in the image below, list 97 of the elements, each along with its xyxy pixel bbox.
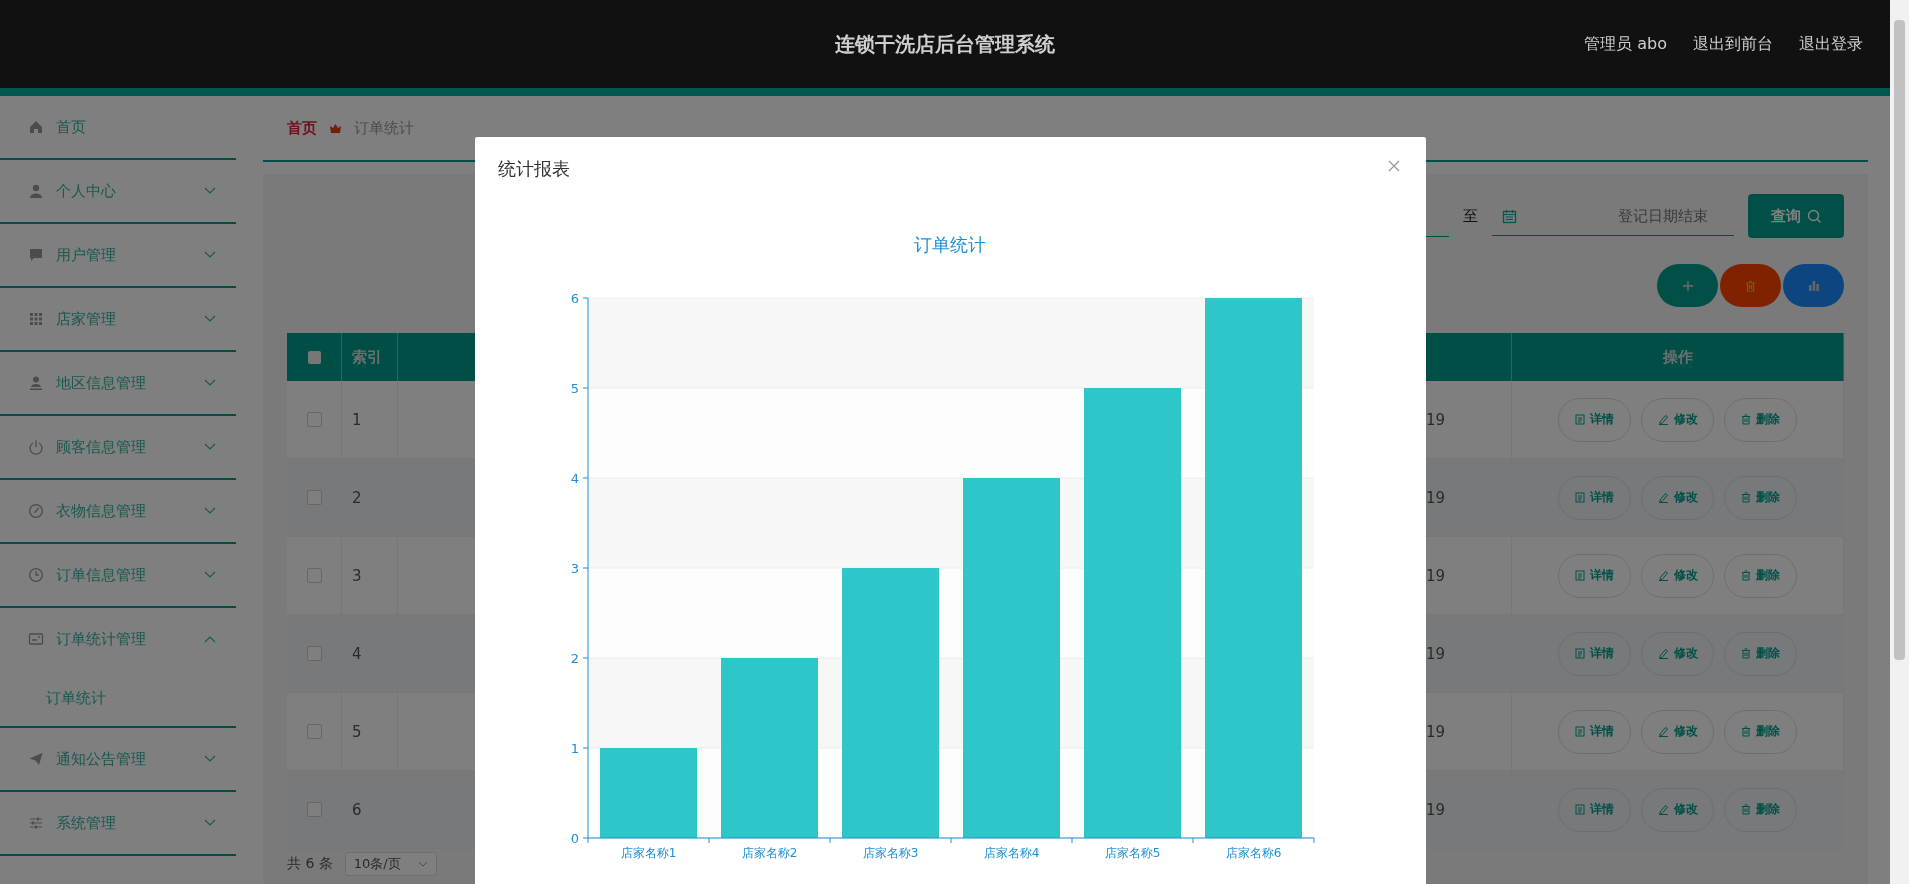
pencil-icon — [1657, 804, 1669, 815]
scrollbar[interactable] — [1890, 0, 1909, 884]
table-cell: 1 — [352, 410, 362, 429]
sidebar-subitem[interactable]: 订单统计 — [0, 670, 236, 726]
sidebar-item[interactable]: 首页 — [0, 96, 236, 158]
document-icon — [1575, 414, 1585, 425]
range-separator: 至 — [1463, 206, 1478, 226]
chat-bubble-icon — [28, 247, 44, 263]
y-tick-label: 4 — [570, 471, 579, 486]
row-checkbox[interactable] — [306, 412, 322, 427]
x-tick-label: 店家名称6 — [1225, 846, 1282, 860]
clock-icon — [28, 567, 44, 583]
chart-title: 订单统计 — [914, 234, 986, 255]
sidebar-item[interactable]: 个人中心 — [0, 160, 236, 222]
sidebar-item[interactable]: 店家管理 — [0, 288, 236, 350]
trash-icon — [1741, 570, 1751, 581]
close-icon[interactable] — [1388, 160, 1400, 172]
table-cell: 3 — [352, 566, 362, 585]
trash-icon — [1741, 804, 1751, 815]
breadcrumb-item[interactable]: 首页 — [287, 118, 317, 138]
document-icon — [1575, 648, 1585, 659]
y-tick-label: 1 — [570, 741, 579, 756]
plus-icon — [1681, 279, 1694, 292]
table-cell: 4 — [352, 644, 362, 663]
sidebar-item[interactable]: 衣物信息管理 — [0, 480, 236, 542]
table-cell: 5 — [352, 722, 362, 741]
trash-icon — [1741, 726, 1751, 737]
x-tick-label: 店家名称1 — [620, 846, 677, 860]
grid-icon — [28, 311, 44, 327]
sidebar-item[interactable]: 顾客信息管理 — [0, 416, 236, 478]
table-cell: 19 — [1426, 800, 1446, 819]
trash-icon — [1741, 492, 1751, 503]
crown-icon — [329, 121, 342, 135]
compass-icon — [28, 503, 44, 519]
sidebar-item[interactable]: 地区信息管理 — [0, 352, 236, 414]
pencil-icon — [1657, 726, 1669, 737]
row-checkbox[interactable] — [306, 568, 322, 583]
end-date-field[interactable]: 登记日期结束 — [1492, 196, 1734, 236]
x-tick-label: 店家名称5 — [1104, 846, 1161, 860]
table-cell: 19 — [1426, 722, 1446, 741]
pencil-icon — [1657, 648, 1669, 659]
y-tick-label: 5 — [570, 381, 579, 396]
y-tick-label: 6 — [570, 291, 579, 306]
total-count: 共 6 条 — [287, 855, 333, 873]
table-cell: 19 — [1426, 566, 1446, 585]
trash-icon — [1745, 279, 1756, 292]
calendar-icon — [1502, 209, 1517, 224]
row-checkbox[interactable] — [306, 646, 322, 661]
bar-chart-icon — [1807, 280, 1820, 291]
select-all-checkbox[interactable] — [307, 350, 321, 364]
document-icon — [1575, 570, 1585, 581]
y-tick-label: 0 — [570, 831, 579, 846]
table-cell: 19 — [1426, 410, 1446, 429]
table-cell: 2 — [352, 488, 362, 507]
x-tick-label: 店家名称4 — [983, 846, 1040, 860]
sliders-icon — [28, 815, 44, 831]
app-title: 连锁干洗店后台管理系统 — [835, 30, 1055, 58]
trash-icon — [1741, 414, 1751, 425]
header-link[interactable]: 管理员 abo — [1584, 33, 1667, 55]
sidebar-item[interactable]: 订单信息管理 — [0, 544, 236, 606]
sidebar-item[interactable]: 通知公告管理 — [0, 728, 236, 790]
delete-button[interactable] — [1720, 264, 1781, 307]
pencil-icon — [1657, 414, 1669, 425]
table-cell: 19 — [1426, 644, 1446, 663]
paper-plane-icon — [28, 751, 44, 767]
table-cell: 19 — [1426, 488, 1446, 507]
stamp-icon — [28, 375, 44, 391]
pencil-icon — [1657, 492, 1669, 503]
document-icon — [1575, 726, 1585, 737]
sidebar-item[interactable]: 系统管理 — [0, 792, 236, 854]
sidebar-item[interactable]: 订单统计管理 — [0, 608, 236, 670]
header-link[interactable]: 退出到前台 — [1693, 33, 1773, 55]
table-cell: 6 — [352, 800, 362, 819]
document-icon — [1575, 492, 1585, 503]
sidebar-item[interactable]: 用户管理 — [0, 224, 236, 286]
chevron-down-icon — [417, 861, 428, 867]
search-button[interactable]: 查询 — [1748, 194, 1844, 238]
y-tick-label: 3 — [570, 561, 579, 576]
y-tick-label: 2 — [570, 651, 579, 666]
card-icon — [28, 631, 44, 647]
pencil-icon — [1657, 570, 1669, 581]
add-button[interactable] — [1657, 264, 1718, 307]
dialog-title: 统计报表 — [498, 157, 570, 181]
x-tick-label: 店家名称3 — [862, 846, 919, 860]
row-checkbox[interactable] — [306, 724, 322, 739]
search-icon — [1806, 208, 1822, 224]
page-size-select[interactable]: 10条/页 — [344, 852, 437, 876]
trash-icon — [1741, 648, 1751, 659]
row-checkbox[interactable] — [306, 490, 322, 505]
power-icon — [28, 439, 44, 455]
row-checkbox[interactable] — [306, 802, 322, 817]
header-link[interactable]: 退出登录 — [1799, 33, 1863, 55]
x-tick-label: 店家名称2 — [741, 846, 798, 860]
document-icon — [1575, 804, 1585, 815]
person-icon — [28, 183, 44, 199]
chart-button[interactable] — [1783, 264, 1844, 307]
home-icon — [28, 119, 44, 135]
